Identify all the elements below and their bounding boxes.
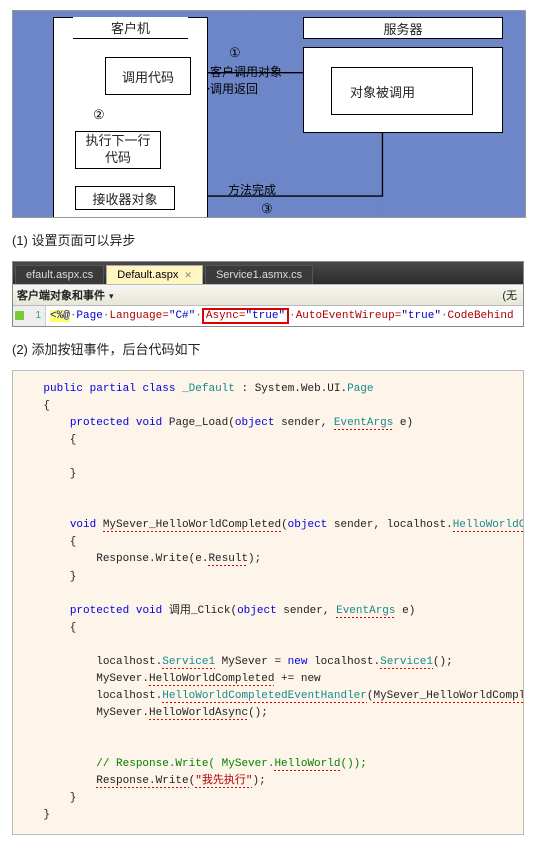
- typ: HelloWorldCompletedEventArgs: [453, 519, 524, 532]
- t: Response.Write: [96, 775, 188, 788]
- t: MySever_HelloWorldCompleted: [373, 690, 524, 703]
- t: ;: [255, 553, 262, 565]
- next-line-box: 执行下一行 代码: [75, 131, 161, 169]
- next-line-text: 执行下一行 代码: [85, 133, 150, 167]
- tab-default-cs[interactable]: efault.aspx.cs: [15, 265, 104, 284]
- attr-async: Async=: [206, 310, 246, 322]
- architecture-diagram: 客户机 服务器 调用代码 执行下一行 代码 接收器对象 对象被调用 客户调用对象…: [12, 10, 526, 218]
- receiver-box: 接收器对象: [75, 186, 175, 210]
- cmt: HelloWorld: [274, 758, 340, 771]
- ide-dropdown-bar: 客户端对象和事件 ▾ (无: [13, 284, 523, 306]
- cmt: // Response.Write( MySever.: [96, 758, 274, 770]
- tag-open: <%@: [50, 310, 70, 322]
- typ: EventArgs: [334, 417, 393, 430]
- chevron-down-icon: ▾: [109, 291, 114, 301]
- kw: class: [142, 383, 175, 395]
- kw: object: [235, 417, 275, 429]
- aspx-directive-line: <%@·Page·Language="C#"·Async="true"·Auto…: [46, 306, 523, 326]
- receiver-text: 接收器对象: [92, 189, 157, 208]
- server-title-box: 服务器: [303, 17, 503, 39]
- label-call-return: 调用返回: [210, 80, 258, 97]
- tab-service1[interactable]: Service1.asmx.cs: [205, 265, 313, 284]
- client-title: 客户机: [73, 17, 188, 39]
- typ: HelloWorldCompletedEventHandler: [162, 690, 367, 703]
- code-block: public partial class _Default : System.W…: [12, 370, 524, 835]
- kw: partial: [90, 383, 136, 395]
- tab-service1-label: Service1.asmx.cs: [216, 269, 302, 281]
- t: e): [393, 417, 413, 429]
- typ: EventArgs: [336, 605, 395, 618]
- cmt: ());: [340, 758, 366, 770]
- marker-1: ①: [229, 45, 241, 61]
- caption-2: (2) 添加按钮事件，后台代码如下: [12, 339, 529, 358]
- caption-1: (1) 设置页面可以异步: [12, 230, 529, 249]
- kw: void: [70, 519, 96, 531]
- kw: public: [43, 383, 83, 395]
- kw: new: [288, 656, 308, 668]
- scope-dropdown-label: 客户端对象和事件: [17, 290, 105, 302]
- member-dropdown-label: (无: [502, 290, 517, 302]
- val-autoevent: "true": [401, 310, 441, 322]
- kw: object: [288, 519, 328, 531]
- t: HelloWorldAsync: [149, 707, 248, 720]
- tab-default-cs-label: efault.aspx.cs: [26, 269, 93, 281]
- server-title-text: 服务器: [383, 19, 422, 38]
- t: ();: [433, 656, 453, 668]
- label-client-call: 客户调用对象: [210, 63, 282, 80]
- call-code-text: 调用代码: [122, 67, 174, 86]
- kw: protected: [70, 417, 129, 429]
- close-icon[interactable]: ✕: [184, 270, 192, 281]
- marker-2: ②: [93, 107, 105, 123]
- client-title-text: 客户机: [111, 18, 150, 37]
- t: Result: [208, 553, 248, 566]
- kw: object: [237, 605, 277, 617]
- t: += new: [274, 673, 320, 685]
- scope-dropdown[interactable]: 客户端对象和事件 ▾: [17, 287, 114, 303]
- line-number: 1: [13, 306, 46, 326]
- kw: void: [136, 417, 162, 429]
- t: HelloWorldCompleted: [149, 673, 274, 686]
- d4: ·: [289, 310, 296, 322]
- t: ;: [259, 775, 266, 787]
- call-code-box: 调用代码: [105, 57, 191, 95]
- typ: Service1: [162, 656, 215, 669]
- kw: void: [136, 605, 162, 617]
- t: MySever_HelloWorldCompleted: [103, 519, 281, 532]
- typ: _Default: [182, 383, 235, 395]
- marker-3: ③: [261, 201, 273, 217]
- typ: Service1: [380, 656, 433, 669]
- tab-default-aspx-label: Default.aspx: [117, 269, 178, 281]
- kw: protected: [70, 605, 129, 617]
- kw-page: Page: [76, 310, 102, 322]
- object-called-text: 对象被调用: [350, 82, 415, 101]
- async-highlight-box: Async="true": [202, 308, 289, 324]
- t: ();: [248, 707, 268, 719]
- ide-code-row: 1 <%@·Page·Language="C#"·Async="true"·Au…: [13, 306, 523, 326]
- str: "我先执行": [195, 775, 252, 788]
- ide-panel: efault.aspx.cs Default.aspx ✕ Service1.as…: [12, 261, 524, 327]
- val-language: "C#": [169, 310, 195, 322]
- object-called-box: 对象被调用: [331, 67, 473, 115]
- attr-autoevent: AutoEventWireup=: [296, 310, 402, 322]
- attr-language: Language=: [109, 310, 168, 322]
- tab-default-aspx[interactable]: Default.aspx ✕: [106, 265, 203, 284]
- ide-tab-bar: efault.aspx.cs Default.aspx ✕ Service1.as…: [13, 262, 523, 284]
- d3: ·: [195, 310, 202, 322]
- typ: Page: [347, 383, 373, 395]
- attr-codebehind: CodeBehind: [448, 310, 514, 322]
- label-method-done: 方法完成: [228, 181, 276, 198]
- d5: ·: [441, 310, 448, 322]
- member-dropdown[interactable]: (无: [502, 287, 517, 303]
- t: e): [396, 605, 416, 617]
- val-async: "true": [245, 310, 285, 322]
